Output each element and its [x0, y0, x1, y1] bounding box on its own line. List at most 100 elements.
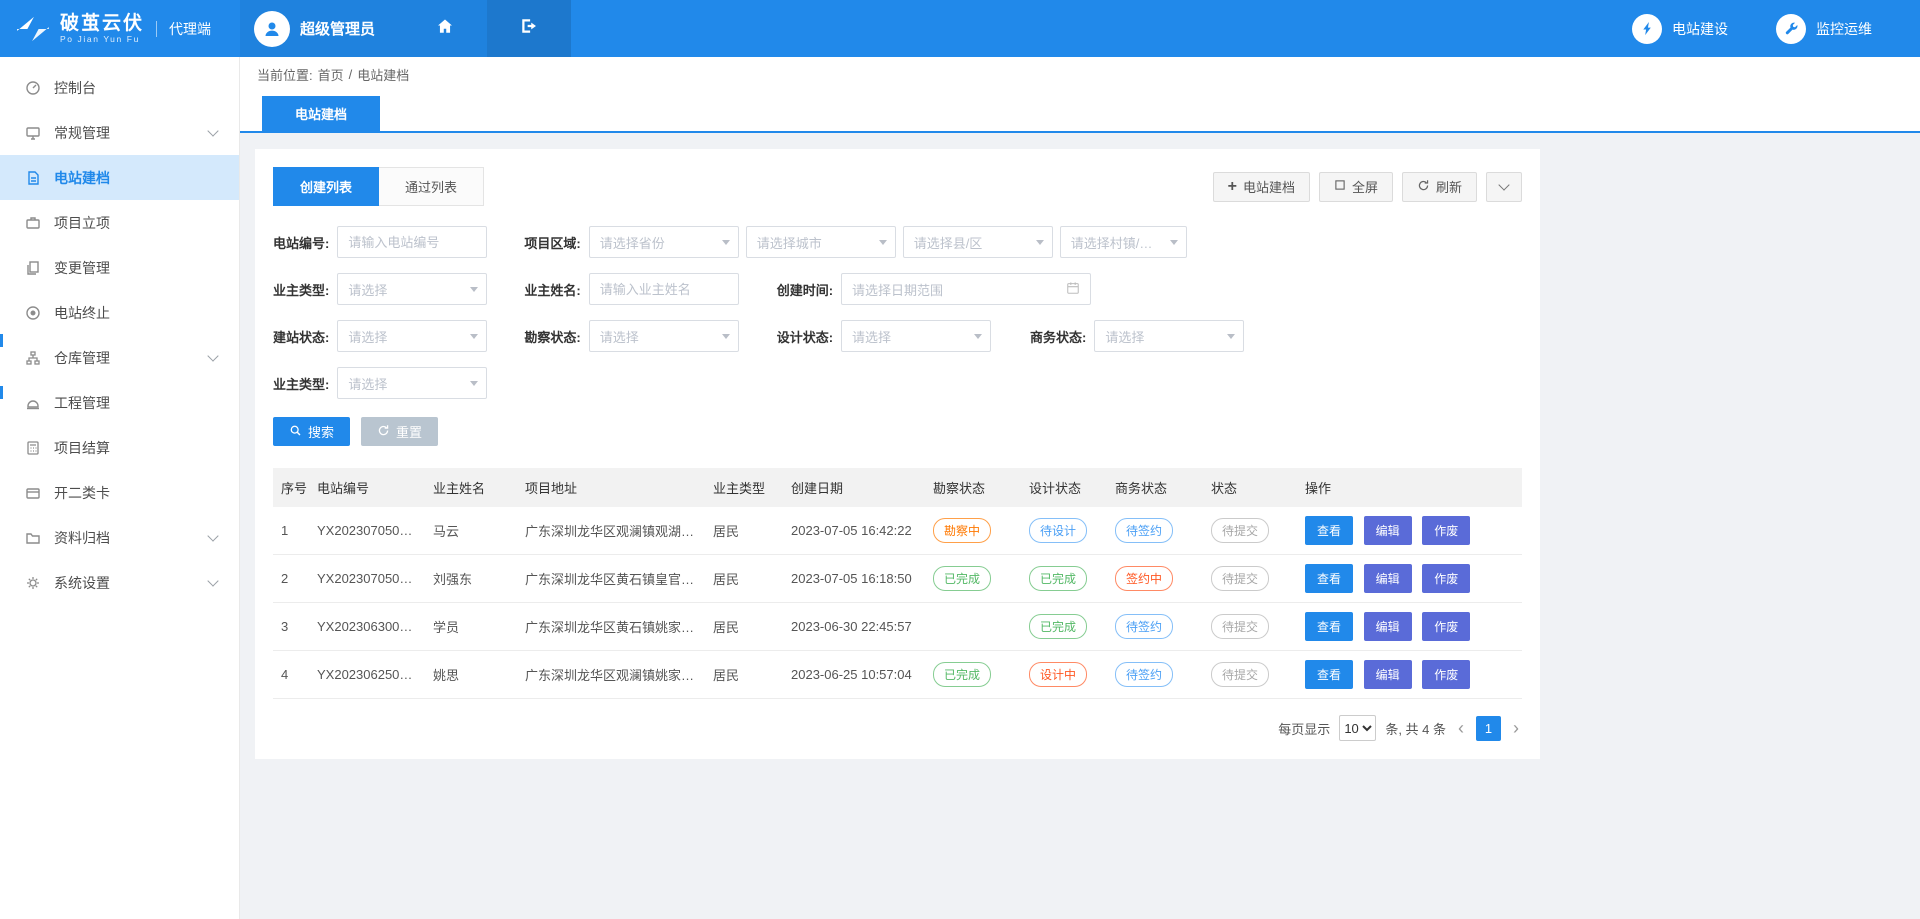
- view-button[interactable]: 查看: [1305, 660, 1353, 689]
- county-select-placeholder: 请选择县/区: [914, 233, 983, 252]
- void-button[interactable]: 作废: [1422, 612, 1470, 641]
- breadcrumb-home[interactable]: 首页: [318, 65, 344, 84]
- cell-code: YX2023062500004: [309, 651, 425, 699]
- sidebar-item-label: 常规管理: [54, 123, 110, 143]
- col-header-index: 序号: [273, 468, 309, 507]
- breadcrumb-separator: /: [349, 67, 353, 82]
- col-header-business: 商务状态: [1107, 468, 1203, 507]
- dashboard-icon: [25, 80, 41, 96]
- chevron-down-icon: [207, 350, 218, 361]
- refresh-button[interactable]: 刷新: [1402, 172, 1477, 202]
- county-select[interactable]: 请选择县/区: [903, 226, 1053, 258]
- void-button[interactable]: 作废: [1422, 564, 1470, 593]
- sidebar-item-change-mgmt[interactable]: 变更管理: [0, 245, 239, 290]
- sidebar-item-label: 变更管理: [54, 258, 110, 278]
- table-row: 3 YX2023063000009 学员 广东深圳龙华区黄石镇姚家庄... 居民…: [273, 603, 1522, 651]
- col-header-code: 电站编号: [309, 468, 425, 507]
- nav-station-build-label: 电站建设: [1672, 19, 1728, 39]
- sidebar-item-project-settlement[interactable]: 项目结算: [0, 425, 239, 470]
- sidebar-item-class2-card[interactable]: 开二类卡: [0, 470, 239, 515]
- void-button[interactable]: 作废: [1422, 516, 1470, 545]
- user-menu[interactable]: 超级管理员: [240, 0, 403, 57]
- cell-type: 居民: [705, 603, 783, 651]
- stop-icon: [25, 305, 41, 321]
- owner-type2-label: 业主类型:: [273, 374, 329, 393]
- view-button[interactable]: 查看: [1305, 564, 1353, 593]
- reset-button[interactable]: 重置: [361, 417, 438, 446]
- cell-created: 2023-06-30 22:45:57: [783, 603, 925, 651]
- business-status-select[interactable]: 请选择: [1094, 320, 1244, 352]
- nav-station-build[interactable]: 电站建设: [1632, 0, 1728, 57]
- brand: 破茧云伏 Po Jian Yun Fu 代理端: [0, 0, 240, 57]
- fullscreen-button[interactable]: 全屏: [1319, 172, 1393, 202]
- view-button[interactable]: 查看: [1305, 612, 1353, 641]
- sidebar-item-engineering-mgmt[interactable]: 工程管理: [0, 380, 239, 425]
- per-page-select[interactable]: 10: [1339, 715, 1376, 741]
- tab-passed-list[interactable]: 通过列表: [379, 167, 484, 206]
- logout-icon: [520, 17, 538, 40]
- design-status-label: 设计状态:: [777, 327, 833, 346]
- cell-type: 居民: [705, 555, 783, 603]
- page-tab-station-archive[interactable]: 电站建档: [262, 96, 380, 131]
- survey-status-select[interactable]: 请选择: [589, 320, 739, 352]
- city-select[interactable]: 请选择城市: [746, 226, 896, 258]
- brand-logo-icon: [14, 15, 52, 43]
- add-station-button[interactable]: + 电站建档: [1213, 172, 1310, 202]
- view-button[interactable]: 查看: [1305, 516, 1353, 545]
- search-button[interactable]: 搜索: [273, 417, 350, 446]
- cell-code: YX2023070500011: [309, 507, 425, 555]
- reset-icon: [377, 424, 390, 440]
- build-status-label: 建站状态:: [273, 327, 329, 346]
- void-button[interactable]: 作废: [1422, 660, 1470, 689]
- brand-text: 破茧云伏 Po Jian Yun Fu: [60, 13, 144, 45]
- user-name: 超级管理员: [300, 18, 375, 39]
- sidebar-scroll-indicator: [0, 334, 3, 347]
- sidebar-item-label: 仓库管理: [54, 348, 110, 368]
- next-page-button[interactable]: ›: [1510, 719, 1522, 737]
- owner-type-select[interactable]: 请选择: [337, 273, 487, 305]
- submit-status-badge: 待提交: [1211, 614, 1269, 639]
- sidebar-item-system-settings[interactable]: 系统设置: [0, 560, 239, 605]
- tab-create-list[interactable]: 创建列表: [273, 167, 379, 206]
- top-header: 破茧云伏 Po Jian Yun Fu 代理端 超级管理员: [0, 0, 1920, 57]
- prev-page-button[interactable]: ‹: [1455, 719, 1467, 737]
- breadcrumb-current: 电站建档: [357, 65, 409, 84]
- edit-button[interactable]: 编辑: [1364, 612, 1412, 641]
- engineering-icon: [25, 395, 41, 411]
- edit-button[interactable]: 编辑: [1364, 516, 1412, 545]
- edit-button[interactable]: 编辑: [1364, 564, 1412, 593]
- submit-status-badge: 待提交: [1211, 566, 1269, 591]
- col-header-owner: 业主姓名: [425, 468, 517, 507]
- sidebar-item-warehouse-mgmt[interactable]: 仓库管理: [0, 335, 239, 380]
- collapse-toolbar-button[interactable]: [1486, 172, 1522, 202]
- table-row: 1 YX2023070500011 马云 广东深圳龙华区观澜镇观湖路... 居民…: [273, 507, 1522, 555]
- sidebar-item-label: 系统设置: [54, 573, 110, 593]
- province-select[interactable]: 请选择省份: [589, 226, 739, 258]
- sidebar-item-console[interactable]: 控制台: [0, 65, 239, 110]
- sidebar-item-general-mgmt[interactable]: 常规管理: [0, 110, 239, 155]
- station-code-input[interactable]: [337, 226, 487, 258]
- page-tabbar: 电站建档: [240, 91, 1920, 133]
- build-status-placeholder: 请选择: [348, 327, 387, 346]
- business-status-badge: 待签约: [1115, 614, 1173, 639]
- sidebar-item-project-approval[interactable]: 项目立项: [0, 200, 239, 245]
- owner-name-input[interactable]: [589, 273, 739, 305]
- sidebar-item-station-archive[interactable]: 电站建档: [0, 155, 239, 200]
- sidebar-item-station-terminate[interactable]: 电站终止: [0, 290, 239, 335]
- home-button[interactable]: [403, 0, 487, 57]
- owner-type2-select[interactable]: 请选择: [337, 367, 487, 399]
- nav-monitor-ops[interactable]: 监控运维: [1776, 0, 1872, 57]
- build-status-select[interactable]: 请选择: [337, 320, 487, 352]
- cell-type: 居民: [705, 507, 783, 555]
- sidebar-item-label: 项目结算: [54, 438, 110, 458]
- sidebar-item-data-archive[interactable]: 资料归档: [0, 515, 239, 560]
- date-range-input[interactable]: 请选择日期范围: [841, 273, 1091, 305]
- copy-icon: [25, 260, 41, 276]
- edit-button[interactable]: 编辑: [1364, 660, 1412, 689]
- town-select[interactable]: 请选择村镇/街道: [1060, 226, 1187, 258]
- col-header-status: 状态: [1203, 468, 1297, 507]
- logout-button[interactable]: [487, 0, 571, 57]
- cell-operations: 查看 编辑 作废: [1297, 651, 1522, 699]
- design-status-select[interactable]: 请选择: [841, 320, 991, 352]
- page-1-button[interactable]: 1: [1476, 716, 1501, 741]
